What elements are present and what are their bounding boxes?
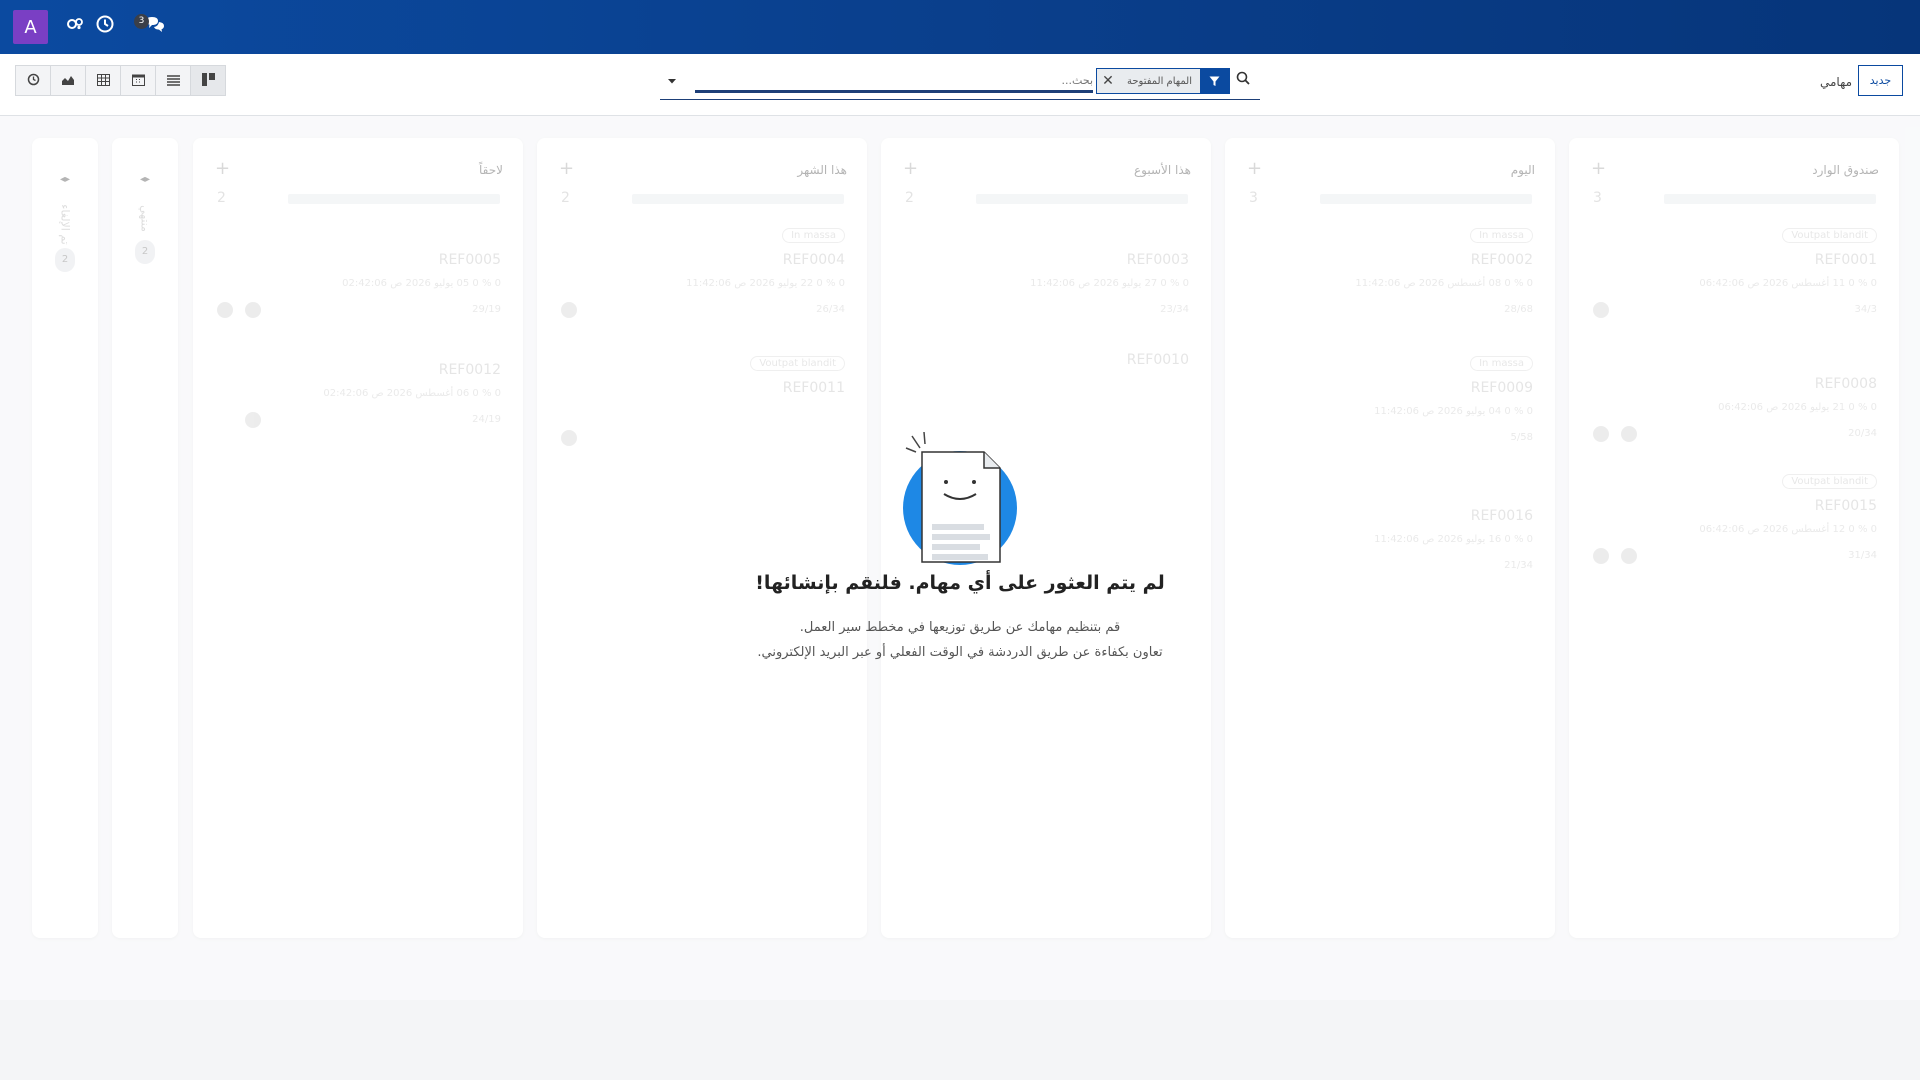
search-options-caret-icon[interactable] (666, 72, 678, 84)
search-input-underline (695, 90, 1093, 93)
top-navbar: A 3 (0, 0, 1920, 54)
view-switcher (15, 65, 226, 96)
messages-badge: 3 (134, 14, 149, 29)
facet-value: المهام المفتوحة (1119, 69, 1200, 93)
breadcrumb: مهامي (1820, 75, 1853, 89)
empty-state-description: قم بتنظيم مهامك عن طريق توزيعها في مخطط … (799, 620, 1121, 635)
user-avatar[interactable]: A (13, 10, 48, 44)
empty-state-title: لم يتم العثور على أي مهام. فلنقم بإنشائه… (755, 572, 1165, 594)
clock-icon (27, 71, 40, 90)
clock-icon[interactable] (96, 15, 118, 37)
activity-view-button[interactable] (15, 65, 51, 96)
pivot-view-button[interactable] (85, 65, 121, 96)
facet-remove-icon[interactable]: ✕ (1097, 69, 1119, 93)
activities-icon[interactable] (66, 15, 88, 37)
kanban-view-button[interactable] (190, 65, 226, 96)
table-icon (96, 71, 110, 90)
empty-state-description: تعاون بكفاءة عن طريق الدردشة في الوقت ال… (757, 645, 1163, 660)
search-bar: ✕ المهام المفتوحة (660, 64, 1260, 100)
graph-view-button[interactable] (50, 65, 86, 96)
filter-icon (1200, 69, 1229, 93)
calendar-view-button[interactable] (120, 65, 156, 96)
list-view-button[interactable] (155, 65, 191, 96)
control-panel: ✕ المهام المفتوحة مهامي جديد (0, 54, 1920, 116)
area-chart-icon (61, 71, 75, 90)
calendar-icon (131, 71, 145, 90)
list-icon (166, 71, 180, 90)
search-input[interactable] (695, 70, 1093, 90)
kanban-icon (201, 71, 215, 90)
empty-document-illustration (900, 430, 1020, 565)
new-button[interactable]: جديد (1858, 65, 1903, 96)
search-icon[interactable] (1236, 70, 1254, 88)
search-facet: ✕ المهام المفتوحة (1096, 68, 1230, 94)
